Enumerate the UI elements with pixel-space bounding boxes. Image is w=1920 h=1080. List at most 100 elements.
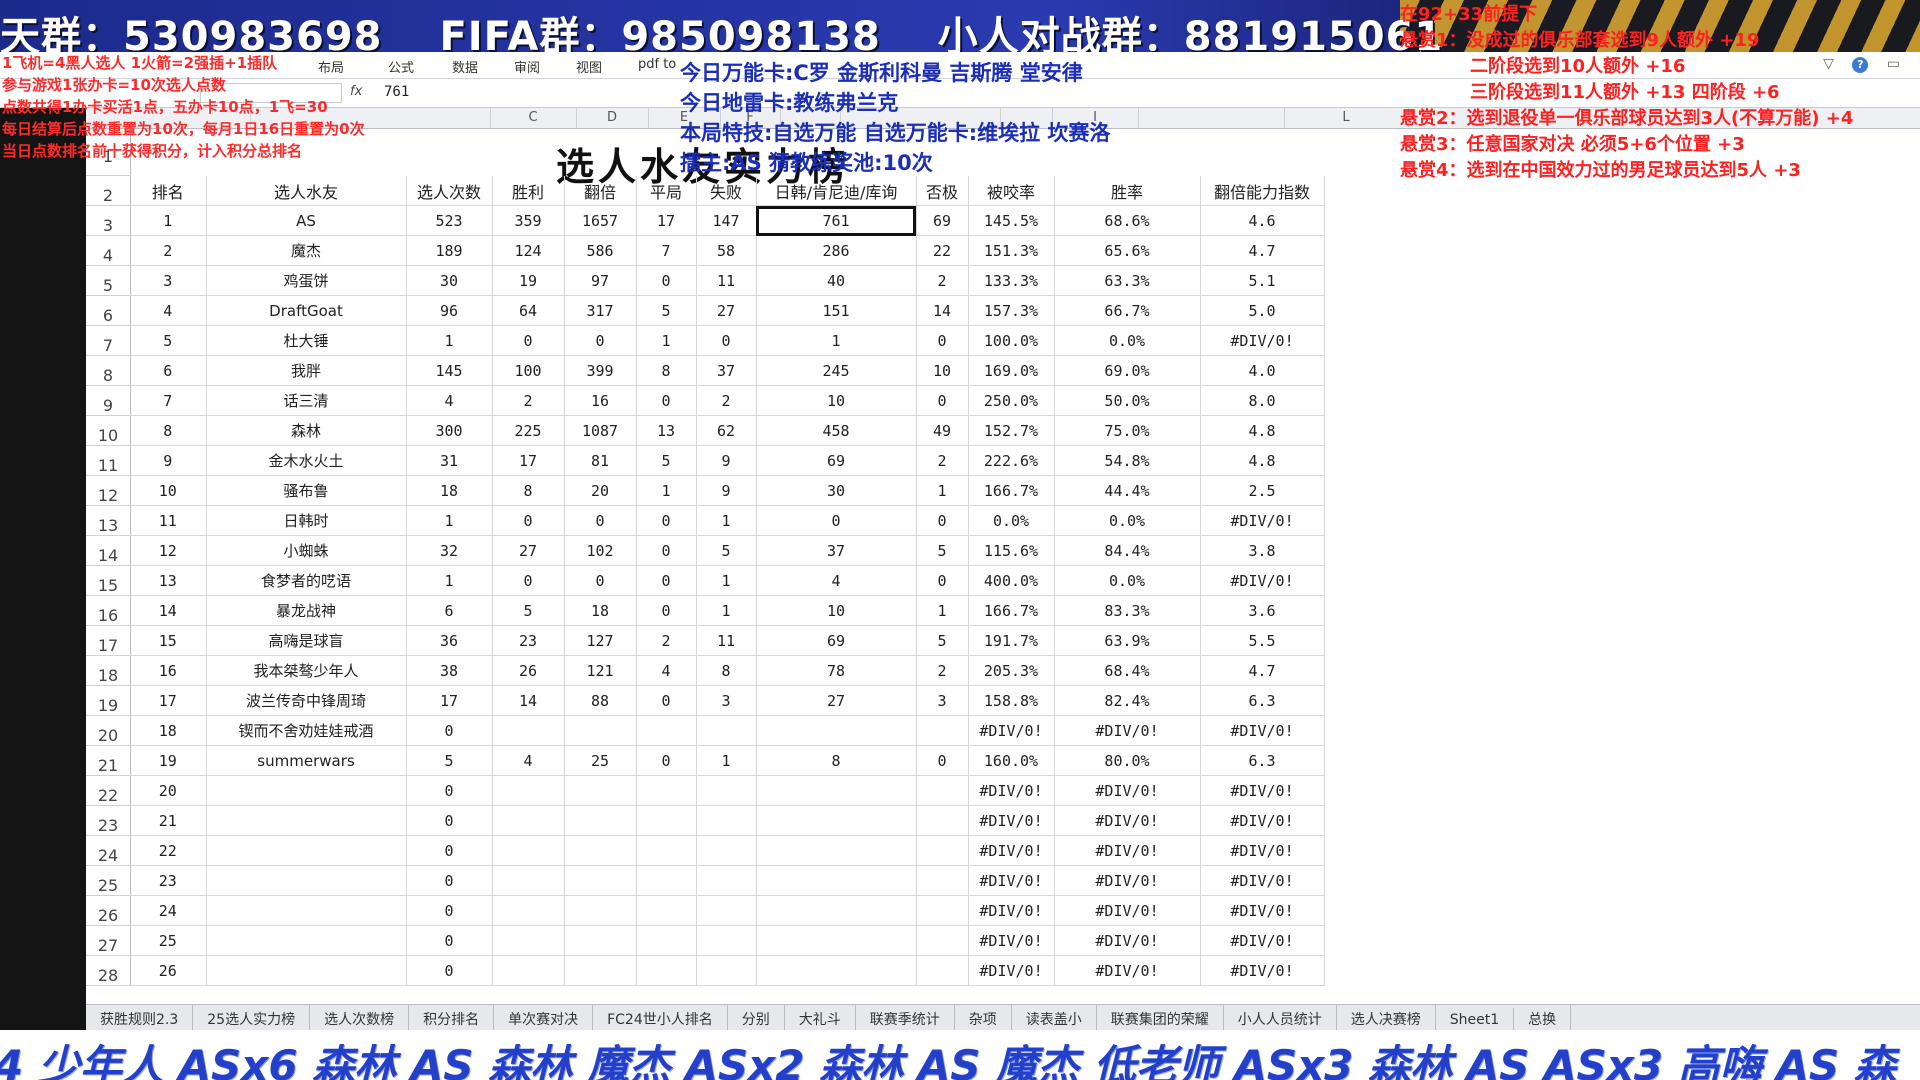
table-cell[interactable] bbox=[916, 835, 969, 866]
table-cell[interactable]: #DIV/0! bbox=[1200, 775, 1325, 806]
table-cell[interactable]: 0 bbox=[564, 325, 637, 356]
table-cell[interactable]: 0 bbox=[406, 835, 493, 866]
table-cell[interactable]: 166.7% bbox=[968, 595, 1055, 626]
table-cell[interactable]: #DIV/0! bbox=[1200, 895, 1325, 926]
column-header-l[interactable]: L bbox=[1284, 108, 1409, 128]
table-cell[interactable]: #DIV/0! bbox=[1054, 715, 1201, 746]
column-title[interactable]: 翻倍能力指数 bbox=[1200, 176, 1325, 206]
sheet-tab[interactable]: 选人次数榜 bbox=[310, 1005, 410, 1031]
player-name-cell[interactable]: 我胖 bbox=[206, 355, 407, 386]
column-title[interactable]: 选人水友 bbox=[206, 176, 407, 206]
player-name-cell[interactable]: 骚布鲁 bbox=[206, 475, 407, 506]
table-cell[interactable]: #DIV/0! bbox=[968, 895, 1055, 926]
table-cell[interactable]: 8 bbox=[756, 745, 917, 776]
table-cell[interactable]: 5 bbox=[636, 445, 697, 476]
table-cell[interactable]: 82.4% bbox=[1054, 685, 1201, 716]
table-cell[interactable]: 14 bbox=[916, 295, 969, 326]
table-cell[interactable]: 8 bbox=[130, 415, 207, 446]
table-cell[interactable]: 6 bbox=[406, 595, 493, 626]
table-cell[interactable]: 0 bbox=[636, 505, 697, 536]
table-cell[interactable] bbox=[696, 925, 757, 956]
row-number[interactable]: 26 bbox=[86, 896, 131, 926]
table-cell[interactable] bbox=[756, 895, 917, 926]
row-number[interactable]: 13 bbox=[86, 506, 131, 536]
player-name-cell[interactable] bbox=[206, 835, 407, 866]
row-number[interactable]: 2 bbox=[86, 176, 131, 206]
table-cell[interactable]: 16 bbox=[130, 655, 207, 686]
row-number[interactable]: 25 bbox=[86, 866, 131, 896]
table-cell[interactable]: #DIV/0! bbox=[1200, 865, 1325, 896]
table-cell[interactable]: 5.1 bbox=[1200, 265, 1325, 296]
column-title[interactable]: 平局 bbox=[636, 176, 697, 206]
table-cell[interactable] bbox=[756, 715, 917, 746]
table-cell[interactable]: 97 bbox=[564, 265, 637, 296]
table-cell[interactable]: 0.0% bbox=[1054, 325, 1201, 356]
table-cell[interactable]: 0 bbox=[916, 385, 969, 416]
sheet-tab[interactable]: 选人决赛榜 bbox=[1337, 1005, 1436, 1031]
table-cell[interactable]: 15 bbox=[130, 625, 207, 656]
row-number[interactable]: 22 bbox=[86, 776, 131, 806]
table-cell[interactable]: 63.9% bbox=[1054, 625, 1201, 656]
table-cell[interactable]: 1 bbox=[636, 325, 697, 356]
table-cell[interactable]: 11 bbox=[696, 265, 757, 296]
row-number[interactable]: 23 bbox=[86, 806, 131, 836]
table-cell[interactable]: 66.7% bbox=[1054, 295, 1201, 326]
row-number[interactable]: 7 bbox=[86, 326, 131, 356]
column-header[interactable] bbox=[1138, 108, 1285, 128]
table-cell[interactable]: 0 bbox=[916, 505, 969, 536]
table-cell[interactable]: 0 bbox=[916, 565, 969, 596]
table-cell[interactable]: 399 bbox=[564, 355, 637, 386]
sheet-tab[interactable]: 积分排名 bbox=[409, 1005, 495, 1031]
table-cell[interactable]: 0.0% bbox=[1054, 505, 1201, 536]
table-cell[interactable]: #DIV/0! bbox=[1054, 925, 1201, 956]
table-cell[interactable]: 3.6 bbox=[1200, 595, 1325, 626]
table-cell[interactable] bbox=[916, 865, 969, 896]
tab-pdf[interactable]: pdf to bbox=[638, 57, 676, 72]
table-cell[interactable] bbox=[492, 715, 565, 746]
table-cell[interactable]: 84.4% bbox=[1054, 535, 1201, 566]
table-cell[interactable]: 4 bbox=[406, 385, 493, 416]
sheet-tab[interactable]: 杂项 bbox=[955, 1005, 1012, 1031]
table-cell[interactable]: 0 bbox=[636, 685, 697, 716]
table-cell[interactable]: 69 bbox=[916, 205, 969, 236]
table-cell[interactable]: 23 bbox=[492, 625, 565, 656]
table-cell[interactable]: 11 bbox=[130, 505, 207, 536]
table-cell[interactable]: 0 bbox=[406, 775, 493, 806]
table-cell[interactable]: 63.3% bbox=[1054, 265, 1201, 296]
table-cell[interactable]: 19 bbox=[130, 745, 207, 776]
table-cell[interactable]: 115.6% bbox=[968, 535, 1055, 566]
table-cell[interactable]: 44.4% bbox=[1054, 475, 1201, 506]
table-cell[interactable] bbox=[636, 805, 697, 836]
table-cell[interactable]: 205.3% bbox=[968, 655, 1055, 686]
table-cell[interactable]: 8 bbox=[696, 655, 757, 686]
table-cell[interactable] bbox=[492, 865, 565, 896]
table-cell[interactable]: 2.5 bbox=[1200, 475, 1325, 506]
table-cell[interactable]: 69 bbox=[756, 625, 917, 656]
table-cell[interactable] bbox=[916, 955, 969, 986]
table-cell[interactable]: 147 bbox=[696, 205, 757, 236]
table-cell[interactable]: 8.0 bbox=[1200, 385, 1325, 416]
table-cell[interactable]: 3 bbox=[916, 685, 969, 716]
table-cell[interactable]: 3 bbox=[130, 265, 207, 296]
table-cell[interactable]: 21 bbox=[130, 805, 207, 836]
row-number[interactable]: 4 bbox=[86, 236, 131, 266]
table-cell[interactable]: 0 bbox=[636, 745, 697, 776]
table-cell[interactable]: 80.0% bbox=[1054, 745, 1201, 776]
table-cell[interactable]: 761 bbox=[756, 205, 917, 236]
table-cell[interactable]: 250.0% bbox=[968, 385, 1055, 416]
table-cell[interactable] bbox=[696, 835, 757, 866]
row-number[interactable]: 12 bbox=[86, 476, 131, 506]
table-cell[interactable]: 3.8 bbox=[1200, 535, 1325, 566]
table-cell[interactable]: 22 bbox=[916, 235, 969, 266]
sheet-tab[interactable]: 总换 bbox=[1514, 1005, 1572, 1031]
table-cell[interactable]: 65.6% bbox=[1054, 235, 1201, 266]
table-cell[interactable]: 10 bbox=[916, 355, 969, 386]
table-cell[interactable]: #DIV/0! bbox=[968, 865, 1055, 896]
table-cell[interactable] bbox=[492, 955, 565, 986]
player-name-cell[interactable] bbox=[206, 955, 407, 986]
table-cell[interactable] bbox=[756, 835, 917, 866]
table-cell[interactable]: 0 bbox=[406, 925, 493, 956]
table-cell[interactable] bbox=[564, 865, 637, 896]
table-cell[interactable]: 0 bbox=[492, 565, 565, 596]
table-cell[interactable]: 1 bbox=[756, 325, 917, 356]
